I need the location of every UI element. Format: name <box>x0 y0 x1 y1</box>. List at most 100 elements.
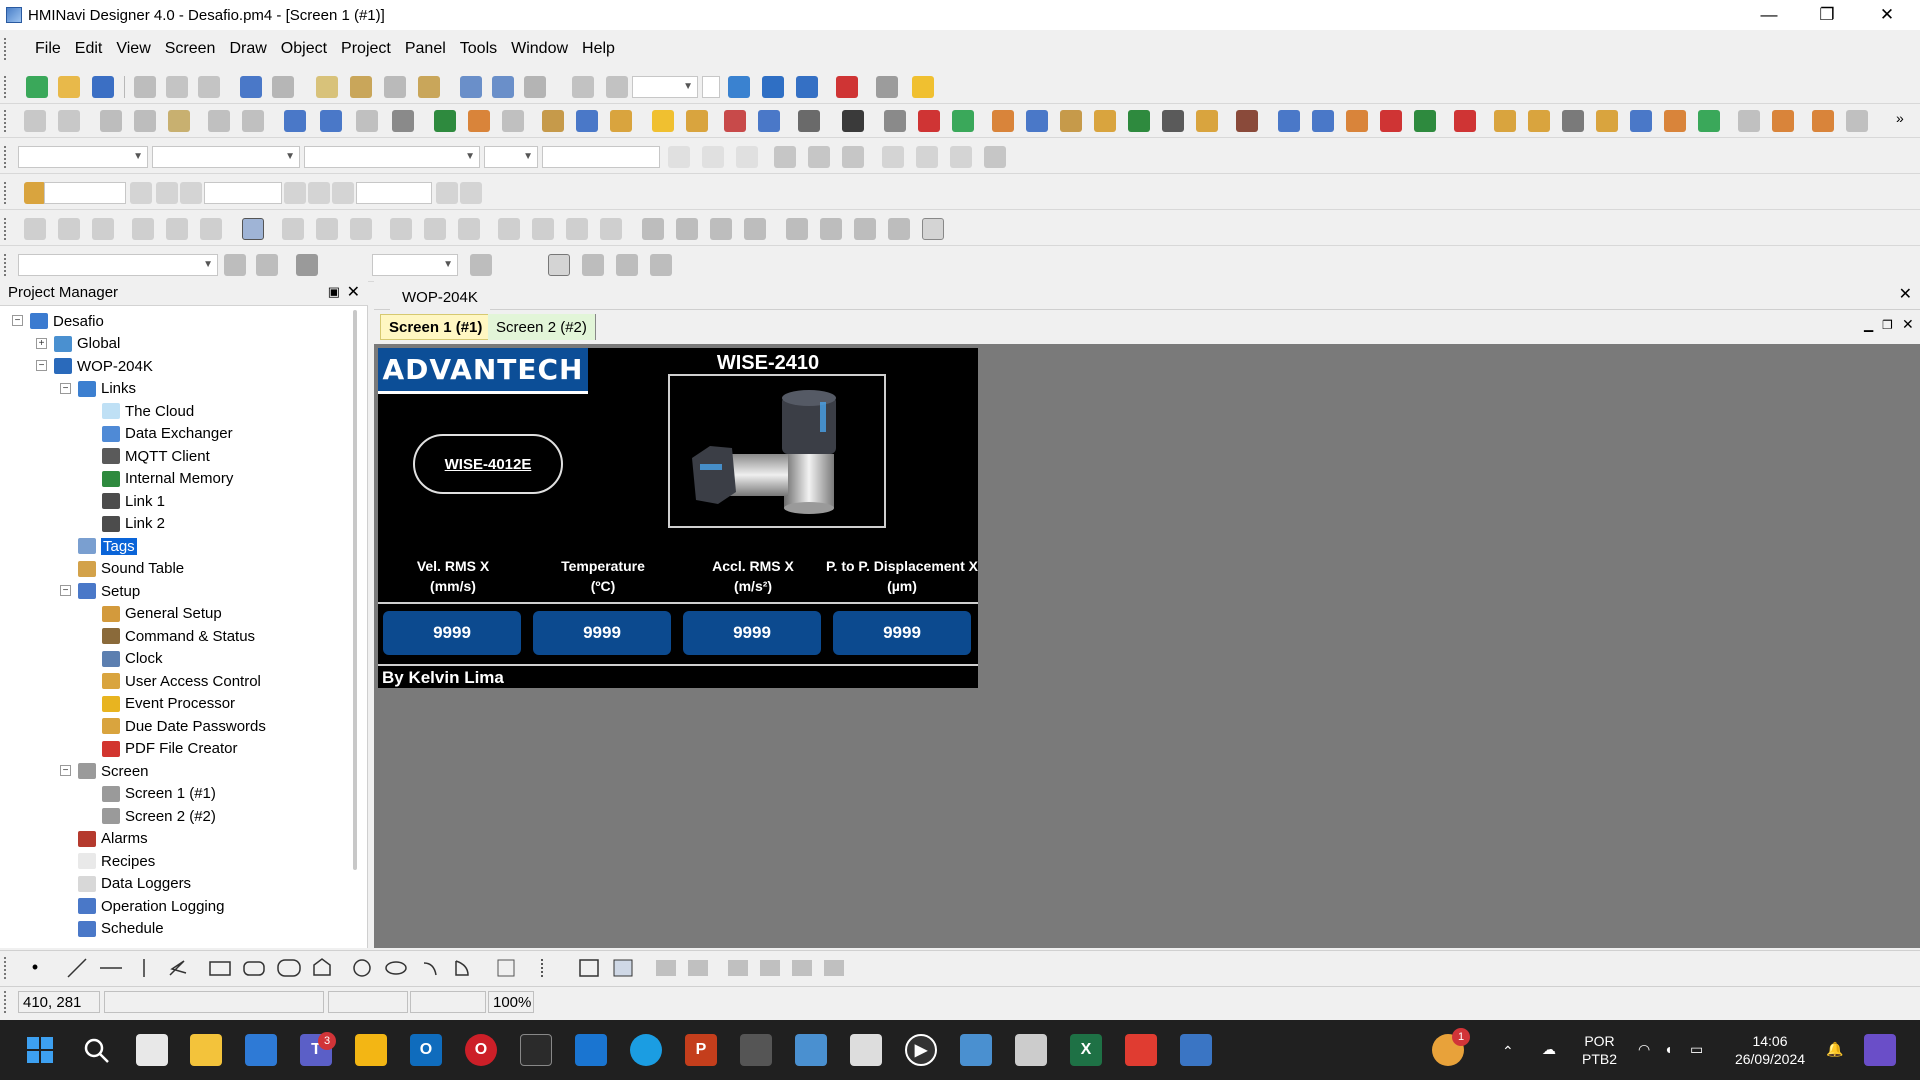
volume-icon[interactable]: ◖ <box>1664 1040 1672 1058</box>
chart-line-icon[interactable] <box>1664 110 1686 132</box>
font-combo[interactable]: ▼ <box>18 146 148 168</box>
notepad-icon[interactable] <box>575 1034 607 1066</box>
menu-help[interactable]: Help <box>575 40 622 58</box>
screen-button-icon[interactable] <box>134 110 156 132</box>
cut-icon[interactable] <box>134 76 156 98</box>
tree-item-event-processor[interactable]: Event Processor <box>102 693 235 715</box>
folder-view-icon[interactable] <box>1528 110 1550 132</box>
pager-icon[interactable] <box>1494 110 1516 132</box>
tree-item-the-cloud[interactable]: The Cloud <box>102 400 194 422</box>
menu-object[interactable]: Object <box>274 40 334 58</box>
anydesk-icon[interactable] <box>1125 1034 1157 1066</box>
spacing-input[interactable] <box>542 146 660 168</box>
open-icon[interactable] <box>58 76 80 98</box>
bell-icon[interactable]: 🔔 <box>1826 1040 1843 1058</box>
zoom-out-icon[interactable] <box>492 76 514 98</box>
font-size-combo[interactable]: ▼ <box>304 146 480 168</box>
tools-icon[interactable] <box>1312 110 1334 132</box>
powerpoint-icon[interactable]: P <box>685 1034 717 1066</box>
network-tool-icon[interactable] <box>960 1034 992 1066</box>
menu-panel[interactable]: Panel <box>398 40 453 58</box>
frame-icon[interactable] <box>208 110 230 132</box>
bit-button-icon[interactable] <box>24 110 46 132</box>
simulate-icon[interactable] <box>836 76 858 98</box>
group-select-icon[interactable] <box>332 182 354 204</box>
radio-icon[interactable] <box>356 110 378 132</box>
tab-screen-1[interactable]: Screen 1 (#1) <box>380 314 492 340</box>
fore-color-icon[interactable] <box>668 146 690 168</box>
align-top-icon[interactable] <box>132 218 154 240</box>
align-center-text-icon[interactable] <box>916 146 938 168</box>
window-icon[interactable] <box>1846 110 1868 132</box>
zoom-fit-icon[interactable] <box>524 76 546 98</box>
outlook-icon[interactable]: O <box>410 1034 442 1066</box>
zoom-combo[interactable]: ▼ <box>632 76 698 98</box>
wifi-icon[interactable]: ◠ <box>1638 1040 1650 1058</box>
menu-tools[interactable]: Tools <box>453 40 504 58</box>
text-display-icon[interactable] <box>724 110 746 132</box>
ascii-input-icon[interactable] <box>610 110 632 132</box>
keyboard-app-icon[interactable] <box>740 1034 772 1066</box>
tree-item-global[interactable]: Global <box>54 333 120 355</box>
store-icon[interactable] <box>245 1034 277 1066</box>
menu-screen[interactable]: Screen <box>158 40 223 58</box>
tree-item-sound-table[interactable]: Sound Table <box>78 558 184 580</box>
keypad-icon[interactable] <box>1162 110 1184 132</box>
close-icon[interactable]: ✕ <box>1899 284 1912 304</box>
task-view-icon[interactable] <box>136 1034 168 1066</box>
line-style-icon[interactable] <box>470 254 492 276</box>
tree-item-data-exchanger[interactable]: Data Exchanger <box>102 423 233 445</box>
new-icon[interactable] <box>26 76 48 98</box>
alarm-display-icon[interactable] <box>1278 110 1300 132</box>
menu-view[interactable]: View <box>109 40 157 58</box>
speech-icon[interactable] <box>798 110 820 132</box>
tree-item-tags[interactable]: Tags <box>78 535 137 557</box>
language-indicator[interactable]: POR PTB2 <box>1582 1032 1617 1068</box>
edge-icon[interactable] <box>630 1034 662 1066</box>
tree-item-clock[interactable]: Clock <box>102 648 163 670</box>
resize-icon[interactable] <box>842 146 864 168</box>
tree-item-recipes[interactable]: Recipes <box>78 850 155 872</box>
menu-file[interactable]: File <box>28 40 68 58</box>
distribute-h-icon[interactable] <box>282 218 304 240</box>
battery-icon[interactable]: ▭ <box>1690 1040 1703 1058</box>
align-left-text-icon[interactable] <box>882 146 904 168</box>
camera-icon[interactable] <box>842 110 864 132</box>
menu-window[interactable]: Window <box>504 40 575 58</box>
send-back-icon[interactable] <box>676 218 698 240</box>
align-middle-icon[interactable] <box>166 218 188 240</box>
new-screen-icon[interactable] <box>316 76 338 98</box>
pen-color-icon[interactable] <box>224 254 246 276</box>
value-accl-rms[interactable]: 9999 <box>683 611 821 655</box>
pattern-combo[interactable]: ▼ <box>372 254 458 276</box>
tree-item-schedule[interactable]: Schedule <box>78 918 164 940</box>
tree-item-screen-2-2-[interactable]: Screen 2 (#2) <box>102 805 216 827</box>
ungroup-icon[interactable] <box>820 218 842 240</box>
tree-item-screen[interactable]: Screen <box>78 760 149 782</box>
function-key-icon[interactable] <box>100 110 122 132</box>
dot-tool-icon[interactable]: • <box>24 957 46 979</box>
meter-icon[interactable] <box>1094 110 1116 132</box>
arrange-icon[interactable] <box>650 254 672 276</box>
pin-icon[interactable]: ▣ <box>328 284 340 300</box>
wise-studio-icon[interactable] <box>1015 1034 1047 1066</box>
layer-show-icon[interactable] <box>130 182 152 204</box>
pattern-icon[interactable] <box>736 146 758 168</box>
fill-color-icon[interactable] <box>256 254 278 276</box>
tree-item-operation-logging[interactable]: Operation Logging <box>78 895 224 917</box>
border-style-icon[interactable] <box>616 254 638 276</box>
tree-item-user-access-control[interactable]: User Access Control <box>102 670 261 692</box>
same-width-icon[interactable] <box>390 218 412 240</box>
app-icon[interactable] <box>1180 1034 1212 1066</box>
multi-lamp-icon[interactable] <box>468 110 490 132</box>
tree-expander[interactable]: − <box>60 765 71 776</box>
tree-item-pdf-file-creator[interactable]: PDF File Creator <box>102 738 238 760</box>
menu-draw[interactable]: Draw <box>222 40 273 58</box>
tree-expander[interactable]: − <box>12 315 23 326</box>
state-show-icon[interactable] <box>436 182 458 204</box>
wise-4012e-button[interactable]: WISE-4012E <box>413 434 563 494</box>
numeric-display-icon[interactable] <box>542 110 564 132</box>
center-v-icon[interactable] <box>532 218 554 240</box>
shadow-icon[interactable] <box>774 146 796 168</box>
compile-icon[interactable] <box>728 76 750 98</box>
